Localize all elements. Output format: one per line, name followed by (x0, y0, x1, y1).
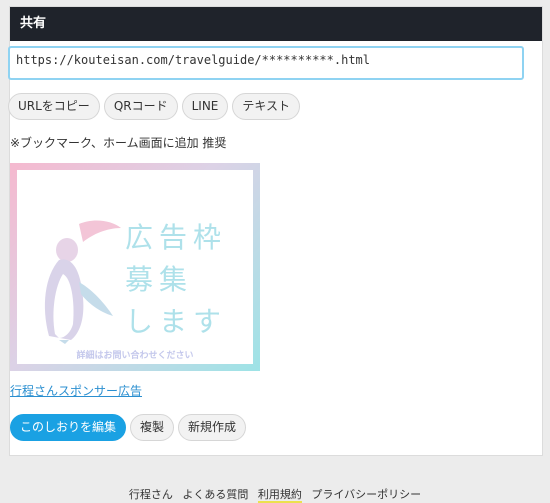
footer-link-privacy[interactable]: プライバシーポリシー (311, 488, 421, 501)
qr-code-button[interactable]: QRコード (103, 93, 178, 120)
penguin-icon (44, 220, 121, 344)
ad-subtext: 詳細はお問い合わせください (76, 351, 194, 361)
footer-nav: 行程さん よくある質問 利用規約 プライバシーポリシー (0, 486, 550, 503)
share-url-field[interactable]: https://kouteisan.com/travelguide/******… (8, 46, 524, 80)
copy-url-button[interactable]: URLをコピー (8, 93, 100, 120)
share-button-row: URLをコピー QRコード LINE テキスト (8, 93, 301, 120)
duplicate-button[interactable]: 複製 (130, 414, 175, 441)
action-button-row: このしおりを編集 複製 新規作成 (10, 414, 247, 441)
footer-link-home[interactable]: 行程さん (129, 488, 173, 501)
sponsor-ad-link[interactable]: 行程さんスポンサー広告 (10, 382, 142, 399)
ad-line-3: します (125, 305, 228, 338)
footer-link-faq[interactable]: よくある質問 (182, 488, 248, 501)
ad-banner[interactable]: 広告枠 募集 します 詳細はお問い合わせください (10, 163, 260, 371)
ad-line-2: 募集 (125, 263, 194, 296)
bookmark-note: ※ブックマーク、ホーム画面に追加 推奨 (10, 136, 227, 150)
panel-title: 共有 (10, 7, 542, 41)
edit-itinerary-button[interactable]: このしおりを編集 (10, 414, 127, 441)
create-new-button[interactable]: 新規作成 (178, 414, 247, 441)
ad-line-1: 広告枠 (125, 221, 228, 254)
line-share-button[interactable]: LINE (181, 93, 229, 120)
text-share-button[interactable]: テキスト (232, 93, 301, 120)
